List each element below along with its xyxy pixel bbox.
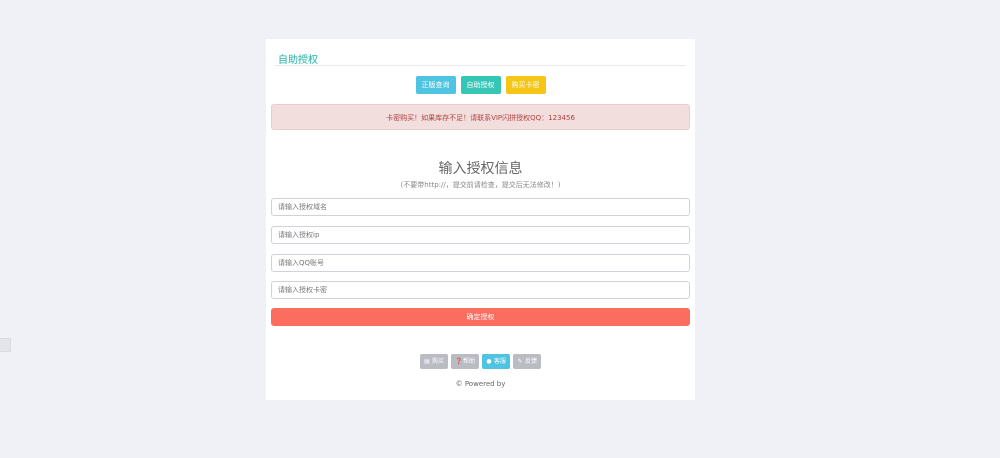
- powered-by-text: © Powered by: [455, 380, 506, 388]
- footer-feedback-button[interactable]: ✎ 反馈: [513, 354, 542, 369]
- buy-card-button[interactable]: 购买卡密: [505, 76, 546, 94]
- ip-input[interactable]: [271, 226, 690, 244]
- self-auth-button[interactable]: 自助授权: [460, 76, 501, 94]
- footer-buy-button[interactable]: ▤ 购买: [419, 354, 448, 369]
- notice-alert: 卡密购买！如果库存不足！请联系VIP闪拼授权QQ：123456: [271, 104, 690, 130]
- card-title: 自助授权: [278, 55, 318, 66]
- form-subheading: (不要带http://，提交前请检查，提交后无法修改！): [400, 181, 561, 189]
- footer-button-group: ▤ 购买 ❓ 帮助 ● 客服 ✎ 反馈: [266, 354, 695, 369]
- pencil-icon: ✎: [517, 357, 523, 365]
- footer-feedback-label: 反馈: [525, 358, 538, 365]
- footer-support-label: 客服: [494, 358, 507, 365]
- title-divider: [275, 65, 686, 66]
- footer-support-button[interactable]: ● 客服: [482, 354, 511, 369]
- cart-icon: ▤: [424, 357, 430, 365]
- user-icon: ●: [486, 357, 492, 365]
- domain-input[interactable]: [271, 198, 690, 216]
- footer-buy-label: 购买: [431, 358, 444, 365]
- auth-card: 自助授权 正版查询 自助授权 购买卡密 卡密购买！如果库存不足！请联系VIP闪拼…: [266, 39, 695, 400]
- confirm-auth-button[interactable]: 确定授权: [271, 308, 690, 326]
- qq-input[interactable]: [271, 254, 690, 272]
- card-key-input[interactable]: [271, 281, 690, 299]
- form-heading: 输入授权信息: [438, 161, 523, 177]
- help-icon: ❓: [454, 357, 463, 365]
- query-button[interactable]: 正版查询: [415, 76, 456, 94]
- side-collapse-tab[interactable]: [0, 338, 11, 352]
- footer-help-label: 帮助: [462, 358, 475, 365]
- top-button-group: 正版查询 自助授权 购买卡密: [266, 76, 695, 94]
- footer-help-button[interactable]: ❓ 帮助: [450, 354, 479, 369]
